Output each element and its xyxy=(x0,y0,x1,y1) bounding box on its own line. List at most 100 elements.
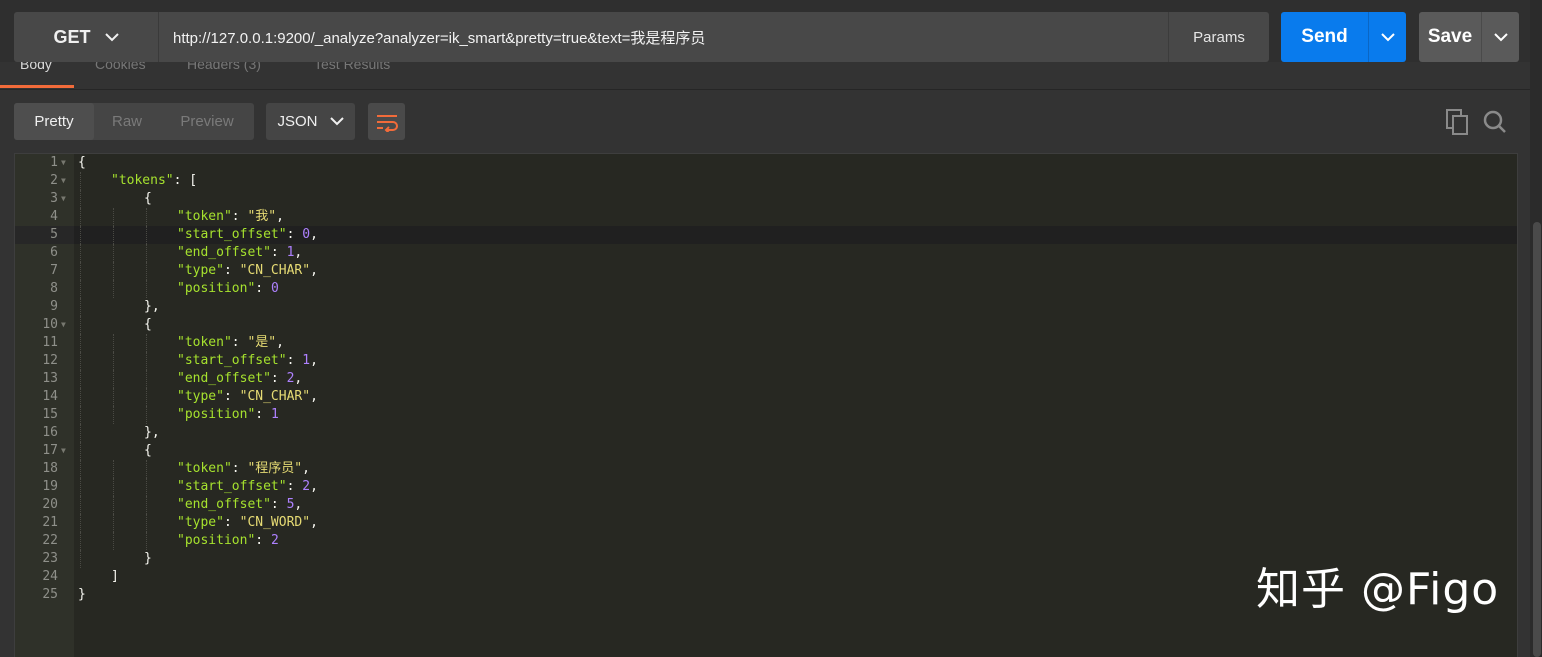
json-key: "type" xyxy=(177,389,224,404)
json-punctuation: , xyxy=(310,227,318,242)
json-punctuation: : xyxy=(286,227,303,242)
json-key: "token" xyxy=(177,461,232,476)
json-number: 2 xyxy=(302,479,311,494)
view-mode-pretty[interactable]: Pretty xyxy=(14,103,94,140)
line-number: 6 xyxy=(50,245,58,260)
line-number: 14 xyxy=(42,389,58,404)
view-mode-raw[interactable]: Raw xyxy=(94,103,160,140)
search-icon[interactable] xyxy=(1482,108,1508,141)
fold-arrow-icon[interactable]: ▼ xyxy=(61,190,66,208)
indent-guide xyxy=(113,532,114,550)
json-punctuation: : xyxy=(286,479,303,494)
line-number: 3 xyxy=(50,191,58,206)
tab-body[interactable]: Body xyxy=(20,62,52,72)
tab-headers[interactable]: Headers (3) xyxy=(187,62,261,72)
json-key: "position" xyxy=(177,407,256,422)
line-number: 23 xyxy=(42,551,58,566)
response-tabs: Body Cookies Headers (3) Test Results xyxy=(0,62,1530,90)
request-bar: GET http://127.0.0.1:9200/_analyze?analy… xyxy=(0,0,1542,70)
json-number: 0 xyxy=(270,281,279,296)
fold-arrow-icon[interactable]: ▼ xyxy=(61,172,66,190)
line-number: 7 xyxy=(50,263,58,278)
code-text: "token": "是", xyxy=(177,334,284,352)
fold-arrow-icon[interactable]: ▼ xyxy=(61,442,66,460)
json-key: "start_offset" xyxy=(177,353,287,368)
json-punctuation: }, xyxy=(144,299,160,314)
json-punctuation: , xyxy=(310,353,318,368)
chevron-down-icon xyxy=(329,117,344,126)
code-text: "start_offset": 2, xyxy=(177,478,318,496)
json-punctuation: , xyxy=(310,479,318,494)
json-punctuation: , xyxy=(294,497,303,512)
json-key: "token" xyxy=(177,209,232,224)
indent-guide xyxy=(113,280,114,298)
code-text: { xyxy=(144,316,152,334)
code-text: { xyxy=(144,190,152,208)
tab-test-results[interactable]: Test Results xyxy=(314,62,390,72)
url-text: http://127.0.0.1:9200/_analyze?analyzer=… xyxy=(173,29,706,47)
chevron-down-icon xyxy=(104,32,119,41)
line-number: 2 xyxy=(50,173,58,188)
chevron-down-icon xyxy=(1380,32,1395,41)
line-number: 20 xyxy=(42,497,58,512)
json-string: "是" xyxy=(247,335,277,350)
indent-guide xyxy=(80,352,81,370)
indent-guide xyxy=(113,460,114,478)
json-punctuation: , xyxy=(310,263,318,278)
scrollbar-thumb[interactable] xyxy=(1533,222,1541,657)
json-punctuation: }, xyxy=(144,425,160,440)
code-text: "type": "CN_WORD", xyxy=(177,514,318,532)
indent-guide xyxy=(113,208,114,226)
view-mode-preview[interactable]: Preview xyxy=(160,103,254,140)
send-options-button[interactable] xyxy=(1368,12,1406,62)
indent-guide xyxy=(146,532,147,550)
params-label: Params xyxy=(1193,28,1245,46)
language-select[interactable]: JSON xyxy=(266,103,355,140)
save-options-button[interactable] xyxy=(1481,12,1519,62)
json-key: "position" xyxy=(177,533,256,548)
send-button[interactable]: Send xyxy=(1281,12,1368,62)
indent-guide xyxy=(80,172,81,190)
line-number: 22 xyxy=(42,533,58,548)
url-input[interactable]: http://127.0.0.1:9200/_analyze?analyzer=… xyxy=(158,12,1168,62)
method-select[interactable]: GET xyxy=(14,12,158,62)
indent-guide xyxy=(113,496,114,514)
json-string: "CN_CHAR" xyxy=(239,389,311,404)
line-number: 4 xyxy=(50,209,58,224)
tab-cookies[interactable]: Cookies xyxy=(95,62,146,72)
fold-arrow-icon[interactable]: ▼ xyxy=(61,154,66,172)
json-number: 0 xyxy=(302,227,311,242)
json-punctuation: , xyxy=(302,461,310,476)
active-tab-indicator xyxy=(0,85,74,88)
indent-guide xyxy=(80,298,81,316)
code-text: "position": 2 xyxy=(177,532,279,550)
line-number: 19 xyxy=(42,479,58,494)
code-text: "start_offset": 1, xyxy=(177,352,318,370)
indent-guide xyxy=(80,478,81,496)
watermark: 知乎 @Figo xyxy=(1256,564,1500,615)
code-text: ] xyxy=(111,568,119,586)
language-label: JSON xyxy=(277,113,318,130)
json-punctuation: { xyxy=(144,317,152,332)
json-punctuation: , xyxy=(276,209,284,224)
json-punctuation: } xyxy=(78,587,86,602)
json-punctuation: : xyxy=(270,497,287,512)
code-text: }, xyxy=(144,298,160,316)
indent-guide xyxy=(80,424,81,442)
wrap-lines-button[interactable] xyxy=(368,103,405,140)
code-text: } xyxy=(78,586,86,604)
copy-icon[interactable] xyxy=(1444,108,1470,141)
method-label: GET xyxy=(53,26,91,47)
json-key: "type" xyxy=(177,263,224,278)
fold-arrow-icon[interactable]: ▼ xyxy=(61,316,66,334)
json-punctuation: : xyxy=(270,371,287,386)
params-button[interactable]: Params xyxy=(1168,12,1269,62)
json-punctuation: : [ xyxy=(173,173,198,188)
save-button[interactable]: Save xyxy=(1419,12,1481,62)
indent-guide xyxy=(80,208,81,226)
code-text: "end_offset": 2, xyxy=(177,370,302,388)
indent-guide xyxy=(113,478,114,496)
line-number: 18 xyxy=(42,461,58,476)
json-key: "end_offset" xyxy=(177,497,271,512)
json-punctuation: : xyxy=(255,407,271,422)
